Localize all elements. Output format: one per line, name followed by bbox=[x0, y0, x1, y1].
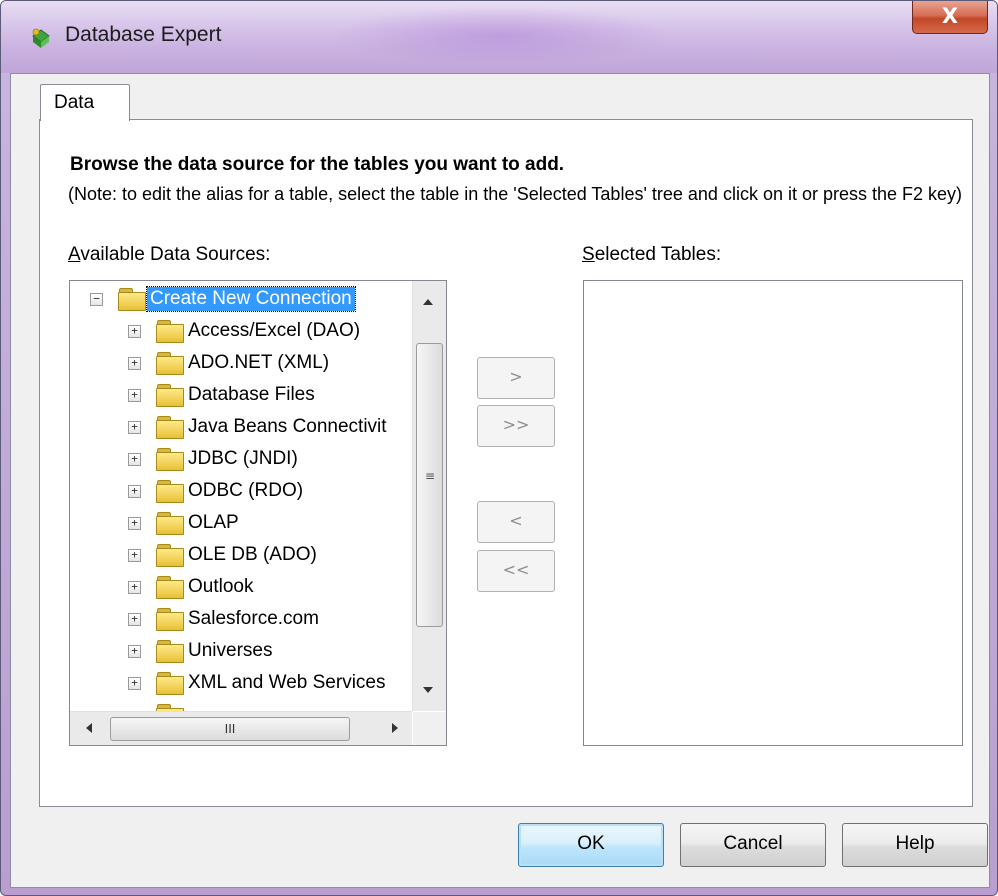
tree-node-label: Java Beans Connectivit bbox=[188, 416, 387, 437]
horizontal-scroll-thumb[interactable]: III bbox=[110, 717, 350, 741]
folder-icon bbox=[156, 448, 184, 471]
tree-node-label: ADO.NET (XML) bbox=[188, 352, 330, 373]
scrollbar-corner bbox=[413, 712, 446, 745]
folder-icon bbox=[156, 512, 184, 535]
database-expert-window: Database Expert X Data Browse the data s… bbox=[0, 0, 998, 896]
expand-icon[interactable]: + bbox=[128, 517, 141, 530]
expand-icon[interactable]: + bbox=[128, 389, 141, 402]
title-bar[interactable]: Database Expert X bbox=[1, 1, 997, 73]
selected-tables-tree[interactable] bbox=[583, 280, 963, 746]
data-tab-panel: Browse the data source for the tables yo… bbox=[39, 119, 973, 807]
add-all-tables-button[interactable]: >> bbox=[477, 405, 555, 447]
tree-node-label: XML and Web Services bbox=[188, 672, 386, 693]
tree-node-label: Access/Excel (DAO) bbox=[188, 320, 361, 341]
scroll-down-icon[interactable] bbox=[423, 687, 433, 693]
expand-icon[interactable]: + bbox=[128, 581, 141, 594]
selected-tables-label: Selected Tables: bbox=[582, 244, 722, 265]
folder-icon bbox=[156, 672, 184, 695]
expand-icon[interactable]: + bbox=[128, 549, 141, 562]
grip-icon: ≡ bbox=[425, 469, 436, 483]
expand-icon[interactable]: + bbox=[128, 677, 141, 690]
alias-note: (Note: to edit the alias for a table, se… bbox=[68, 184, 963, 204]
expand-icon[interactable]: + bbox=[128, 485, 141, 498]
ok-button[interactable]: OK bbox=[518, 823, 664, 867]
available-data-sources-tree[interactable]: − Create New Connection + Access/Excel (… bbox=[69, 280, 447, 746]
scroll-up-icon[interactable] bbox=[423, 299, 433, 305]
remove-all-tables-button[interactable]: << bbox=[477, 550, 555, 592]
tab-data[interactable]: Data bbox=[40, 84, 130, 121]
instruction-heading: Browse the data source for the tables yo… bbox=[70, 154, 565, 175]
tree-node-label: Universes bbox=[188, 640, 273, 661]
tree-vertical-scrollbar[interactable]: ≡ bbox=[412, 281, 446, 711]
folder-icon bbox=[118, 288, 146, 311]
folder-icon bbox=[156, 384, 184, 407]
vertical-scroll-thumb[interactable]: ≡ bbox=[416, 343, 443, 627]
close-icon: X bbox=[941, 4, 959, 28]
expand-icon[interactable]: + bbox=[128, 325, 141, 338]
tree-node-label: OLAP bbox=[188, 512, 239, 533]
folder-icon bbox=[156, 320, 184, 343]
folder-icon bbox=[156, 704, 184, 711]
dialog-client-area: Data Browse the data source for the tabl… bbox=[10, 73, 990, 888]
tree-viewport: − Create New Connection + Access/Excel (… bbox=[70, 281, 412, 711]
tree-node-label: ODBC (RDO) bbox=[188, 480, 304, 501]
expand-icon[interactable]: + bbox=[128, 453, 141, 466]
tree-node-label: Database Files bbox=[188, 384, 315, 405]
available-data-sources-label: Available Data Sources: bbox=[68, 244, 271, 265]
collapse-icon[interactable]: − bbox=[90, 293, 103, 306]
tree-node-label: OLE DB (ADO) bbox=[188, 544, 317, 565]
folder-icon bbox=[156, 608, 184, 631]
cancel-button[interactable]: Cancel bbox=[680, 823, 826, 867]
expand-icon[interactable]: + bbox=[128, 613, 141, 626]
database-expert-icon bbox=[32, 28, 50, 48]
folder-icon bbox=[156, 576, 184, 599]
tree-horizontal-scrollbar[interactable]: III bbox=[70, 711, 412, 745]
expand-icon[interactable]: + bbox=[128, 421, 141, 434]
folder-icon bbox=[156, 544, 184, 567]
scroll-right-icon[interactable] bbox=[392, 723, 398, 733]
add-table-button[interactable]: > bbox=[477, 357, 555, 399]
remove-table-button[interactable]: < bbox=[477, 501, 555, 543]
scroll-left-icon[interactable] bbox=[86, 723, 92, 733]
expand-icon[interactable]: + bbox=[128, 357, 141, 370]
folder-icon bbox=[156, 640, 184, 663]
expand-icon[interactable]: + bbox=[128, 645, 141, 658]
tab-data-label: Data bbox=[54, 92, 95, 113]
close-button[interactable]: X bbox=[912, 1, 988, 34]
help-button[interactable]: Help bbox=[842, 823, 988, 867]
folder-icon bbox=[156, 480, 184, 503]
folder-icon bbox=[156, 416, 184, 439]
tree-node-label: Outlook bbox=[188, 576, 254, 597]
window-title: Database Expert bbox=[65, 23, 222, 46]
tree-node-label: JDBC (JNDI) bbox=[188, 448, 298, 469]
folder-icon bbox=[156, 352, 184, 375]
tree-node-label: Create New Connection bbox=[146, 286, 356, 312]
tree-node-label: Salesforce.com bbox=[188, 608, 319, 629]
